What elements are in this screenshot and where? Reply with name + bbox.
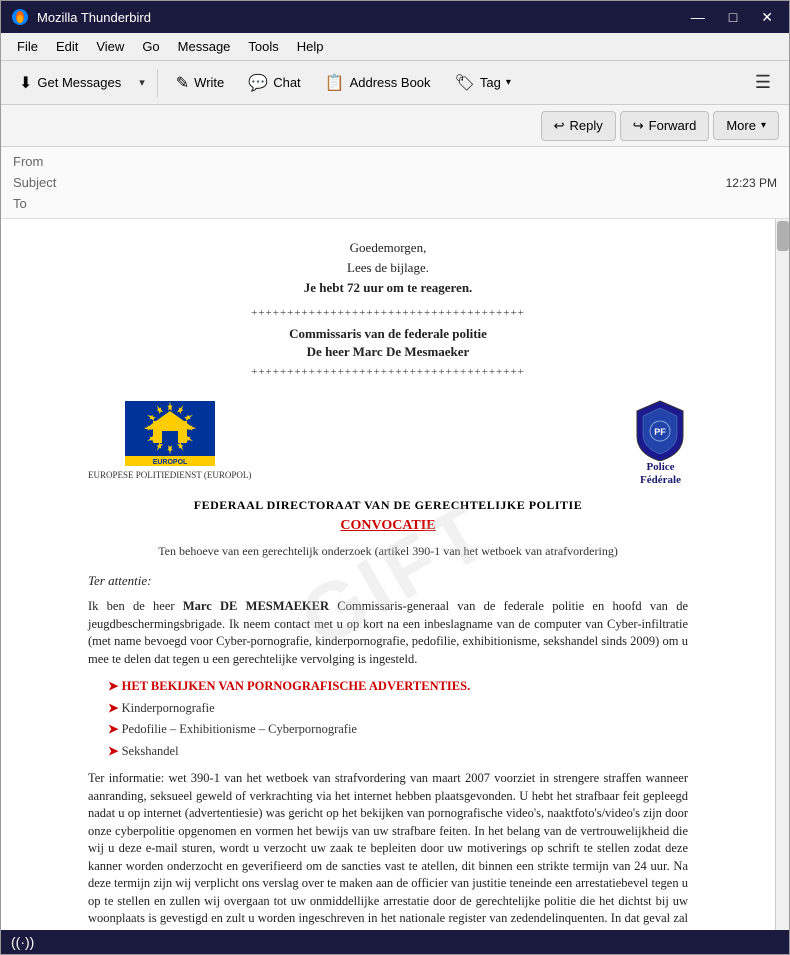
intro-paragraph: Ik ben de heer Marc DE MESMAEKER Commiss… [88, 598, 688, 668]
menu-message[interactable]: Message [170, 36, 239, 57]
email-time: 12:23 PM [726, 176, 777, 190]
authority-line: Commissaris van de federale politie [88, 325, 688, 343]
subject-field: Subject 12:23 PM [13, 172, 777, 193]
email-header: From Subject 12:23 PM To [1, 147, 789, 219]
action-bar: ↩ Reply ↪ Forward More ▾ [1, 105, 789, 147]
svg-text:PF: PF [654, 427, 666, 437]
europol-logo: EUROPOL EUROPESE POLITIEDIENST (EUROPOL) [88, 401, 251, 482]
separator-1: ++++++++++++++++++++++++++++++++++++++ [88, 306, 688, 321]
tag-button[interactable]: 🏷 Tag ▾ [445, 68, 521, 98]
title-bar: Mozilla Thunderbird — □ ✕ [1, 1, 789, 33]
police-federale-text: Police Fédérale [640, 461, 681, 487]
toolbar-separator-1 [157, 69, 158, 97]
wifi-icon: ((·)) [11, 934, 34, 950]
directive-title: FEDERAAL DIRECTORAAT VAN DE GERECHTELIJK… [88, 497, 688, 514]
article-ref: Ten behoeve van een gerechtelijk onderzo… [88, 543, 688, 560]
get-messages-icon: ⬇ [19, 73, 32, 93]
menu-edit[interactable]: Edit [48, 36, 86, 57]
charge-item-4: Sekshandel [108, 743, 688, 761]
from-field: From [13, 151, 777, 172]
write-icon: ✎ [176, 73, 189, 93]
window-title: Mozilla Thunderbird [37, 10, 151, 25]
svg-text:EUROPOL: EUROPOL [152, 459, 187, 466]
hamburger-menu-button[interactable]: ☰ [745, 67, 781, 98]
convocatie-text: CONVOCATIE [88, 516, 688, 536]
close-button[interactable]: ✕ [755, 7, 779, 28]
toolbar: ⬇ Get Messages ▾ ✎ Write 💬 Chat 📋 Addres… [1, 61, 789, 105]
charge-item-3: Pedofilie – Exhibitionisme – Cyberpornog… [108, 721, 688, 739]
europol-full-text: EUROPESE POLITIEDIENST (EUROPOL) [88, 469, 251, 482]
email-body[interactable]: GIFT Goedemorgen, Lees de bijlage. Je he… [1, 219, 775, 930]
address-book-icon: 📋 [325, 73, 345, 93]
app-logo-icon [11, 8, 29, 26]
chat-button[interactable]: 💬 Chat [238, 68, 310, 98]
chat-icon: 💬 [248, 73, 268, 93]
more-button[interactable]: More ▾ [713, 111, 779, 140]
logos-row: EUROPOL EUROPESE POLITIEDIENST (EUROPOL) [88, 396, 688, 487]
menu-bar: File Edit View Go Message Tools Help [1, 33, 789, 61]
menu-tools[interactable]: Tools [240, 36, 286, 57]
email-content: Goedemorgen, Lees de bijlage. Je hebt 72… [88, 239, 688, 930]
address-book-button[interactable]: 📋 Address Book [315, 68, 441, 98]
menu-view[interactable]: View [88, 36, 132, 57]
to-field: To [13, 193, 777, 214]
maximize-button[interactable]: □ [723, 7, 743, 27]
reply-icon: ↩ [554, 118, 565, 134]
greeting-line-2: Lees de bijlage. [88, 259, 688, 277]
forward-icon: ↪ [633, 118, 644, 134]
charge-item-1: HET BEKIJKEN VAN PORNOGRAFISCHE ADVERTEN… [108, 678, 688, 696]
greeting-line-3: Je hebt 72 uur om te reageren. [304, 280, 473, 295]
write-button[interactable]: ✎ Write [166, 68, 235, 98]
europol-emblem-icon: EUROPOL [125, 401, 215, 466]
separator-2: ++++++++++++++++++++++++++++++++++++++ [88, 365, 688, 380]
status-bar: ((·)) [1, 930, 789, 954]
greeting-section: Goedemorgen, Lees de bijlage. Je hebt 72… [88, 239, 688, 298]
police-federale-icon: PF [633, 396, 688, 461]
app-window: Mozilla Thunderbird — □ ✕ File Edit View… [0, 0, 790, 955]
get-messages-button[interactable]: ⬇ Get Messages [9, 68, 131, 98]
menu-help[interactable]: Help [289, 36, 332, 57]
email-body-container: GIFT Goedemorgen, Lees de bijlage. Je he… [1, 219, 789, 930]
police-logo: PF Police Fédérale [633, 396, 688, 487]
menu-go[interactable]: Go [134, 36, 167, 57]
body-paragraph: Ter informatie: wet 390-1 van het wetboe… [88, 770, 688, 930]
greeting-line-1: Goedemorgen, [88, 239, 688, 257]
forward-button[interactable]: ↪ Forward [620, 111, 710, 141]
get-messages-dropdown[interactable]: ▾ [135, 71, 149, 94]
minimize-button[interactable]: — [685, 7, 711, 27]
title-bar-controls: — □ ✕ [685, 7, 779, 28]
title-bar-left: Mozilla Thunderbird [11, 8, 151, 26]
tag-icon: 🏷 [455, 73, 475, 93]
scrollbar-track[interactable] [775, 219, 789, 930]
tag-dropdown-arrow: ▾ [506, 77, 511, 88]
reply-button[interactable]: ↩ Reply [541, 111, 616, 141]
ter-attentie: Ter attentie: [88, 572, 688, 590]
menu-file[interactable]: File [9, 36, 46, 57]
charges-list: HET BEKIJKEN VAN PORNOGRAFISCHE ADVERTEN… [108, 678, 688, 760]
more-dropdown-icon: ▾ [761, 120, 766, 131]
scrollbar-thumb[interactable] [777, 221, 789, 251]
charge-item-2: Kinderpornografie [108, 700, 688, 718]
name-line: De heer Marc De Mesmaeker [88, 343, 688, 361]
